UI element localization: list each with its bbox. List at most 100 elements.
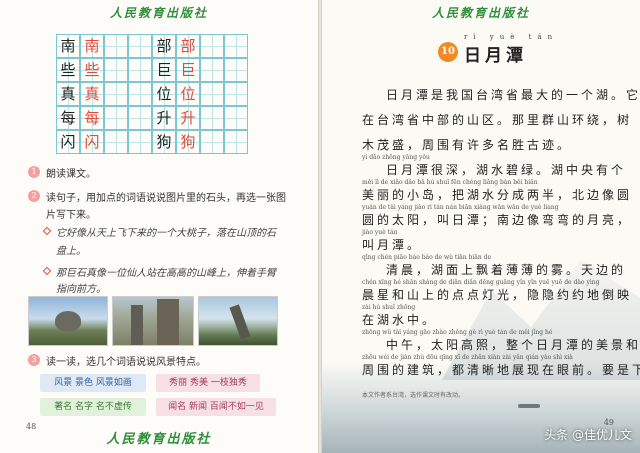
text-line: zhōu wéi de jiàn zhù dōu qīng xī de zhǎn…	[362, 353, 640, 378]
grid-cell	[104, 34, 128, 58]
character-grid: 南南 部部些些 巨巨真真 位位每每 升升闪闪 狗狗	[56, 34, 248, 158]
lesson-title: 日月潭	[464, 46, 527, 66]
hanzi: 圆的太阳，叫日潭；南边像弯弯的月亮，	[362, 213, 633, 227]
grid-cell	[104, 58, 128, 82]
exercise-1-text: 朗读课文。	[46, 169, 96, 180]
exercise-3-icon: 3	[28, 354, 40, 366]
exercise-3-text: 读一读，选几个词语说说风景特点。	[46, 357, 206, 368]
footnote: 本文作者系台湾，选作课文时有改动。	[362, 392, 465, 399]
grid-cell	[224, 106, 248, 130]
pinyin: yì dǎo zhōng yāng yǒu	[362, 154, 430, 161]
pinyin: měi lì de xiǎo dǎo bǎ hú shuǐ fēn chéng …	[362, 179, 538, 186]
grid-cell	[224, 34, 248, 58]
pinyin: zhōng wǔ tài yáng gāo zhào zhěng gè rì y…	[362, 329, 553, 336]
grid-cell	[104, 82, 128, 106]
grid-character: 巨	[156, 61, 172, 79]
photo-immortal-rock	[112, 296, 194, 346]
grid-cell	[128, 130, 152, 154]
text-line: zhōng wǔ tài yáng gāo zhào zhěng gè rì y…	[362, 328, 640, 353]
grid-cell	[200, 34, 224, 58]
grid-character: 每	[84, 109, 100, 127]
exercise-1-icon: 1	[28, 166, 40, 178]
grid-cell	[200, 106, 224, 130]
text-line: 木茂盛，周围有许多名胜古迹。	[362, 128, 630, 153]
text-line: 日月潭是我国台湾省最大的一个湖。它	[362, 78, 640, 103]
grid-character: 狗	[180, 133, 196, 151]
example-2-line1: 那巨石真像一位仙人站在高高的山峰上，伸着手臂	[56, 268, 276, 279]
hanzi: 日月潭是我国台湾省最大的一个湖。它	[386, 88, 640, 102]
grid-cell	[224, 130, 248, 154]
hanzi: 木茂盛，周围有许多名胜古迹。	[362, 138, 573, 152]
pinyin	[362, 128, 630, 137]
grid-character: 狗	[156, 133, 172, 151]
word-group-tag: 秀丽 秀美 一枝独秀	[156, 374, 260, 392]
exercise-2-text-line1: 读句子，用加点的词语说说图片里的石头，再选一张图	[46, 193, 286, 204]
pinyin	[362, 78, 630, 87]
grid-cell	[104, 130, 128, 154]
word-group-tag: 闻名 新闻 百闻不如一见	[156, 398, 276, 416]
boat-illustration	[518, 404, 540, 408]
hanzi: 晨星和山上的点点灯光，隐隐约约地倒映	[362, 288, 633, 302]
grid-character: 位	[156, 85, 172, 103]
grid-cell	[224, 58, 248, 82]
grid-character: 南	[60, 37, 76, 55]
exercise-2-icon: 2	[28, 190, 40, 202]
grid-character: 真	[60, 85, 76, 103]
grid-cell	[200, 82, 224, 106]
diamond-icon	[42, 266, 52, 276]
text-line: zài hú shuǐ zhōng 在湖水中。	[362, 303, 630, 328]
grid-character: 闪	[60, 133, 76, 151]
hanzi: 周围的建筑，都清晰地展现在眼前。要是下	[362, 363, 640, 377]
grid-cell	[128, 106, 152, 130]
grid-character: 些	[84, 61, 100, 79]
publisher-header-left: 人民教育出版社	[109, 6, 208, 20]
grid-character: 升	[180, 109, 196, 127]
lesson-title-pinyin: rì yuè tán	[464, 33, 559, 41]
photo-peach-rock	[28, 296, 108, 346]
grid-character: 每	[60, 109, 76, 127]
hanzi: 美丽的小岛，把湖水分成两半，北边像圆	[362, 188, 633, 202]
grid-cell	[224, 82, 248, 106]
grid-cell	[200, 58, 224, 82]
grid-character: 位	[180, 85, 196, 103]
publisher-header-right: 人民教育出版社	[431, 6, 530, 20]
grid-character: 升	[156, 109, 172, 127]
text-line: yuán de tài yáng jiào rì tán nán biān xi…	[362, 203, 630, 228]
pinyin: qīng chén piāo báo báo de wù tiān biān d…	[362, 254, 492, 261]
pinyin: yuán de tài yáng jiào rì tán nán biān xi…	[362, 204, 559, 211]
hanzi: 在湖水中。	[362, 313, 438, 327]
grid-cell	[200, 130, 224, 154]
hanzi: 中午，太阳高照，整个日月潭的美景和	[386, 338, 640, 352]
pinyin: jiào yuè tán	[362, 229, 398, 236]
watermark: 头条 @佳优儿文	[544, 428, 632, 442]
grid-cell	[128, 82, 152, 106]
grid-character: 闪	[84, 133, 100, 151]
example-1-line2: 盘上。	[56, 246, 86, 257]
publisher-footer-left: 人民教育出版社	[106, 432, 212, 447]
exercise-2-text-line2: 片写下来。	[46, 210, 96, 221]
hanzi: 在台湾省中部的山区。那里群山环绕，树	[362, 113, 633, 127]
example-1-line1: 它好像从天上飞下来的一个大桃子，落在山顶的石	[56, 228, 276, 239]
pinyin: zhōu wéi de jiàn zhù dōu qīng xī de zhǎn…	[362, 354, 573, 361]
text-line: yì dǎo zhōng yāng yǒu 日月潭很深，湖水碧绿。湖中央有个	[362, 153, 630, 178]
hanzi: 叫月潭。	[362, 238, 423, 252]
grid-cell	[128, 58, 152, 82]
grid-cell	[104, 106, 128, 130]
text-line: jiào yuè tán 叫月潭。	[362, 228, 630, 253]
word-group-tag: 风景 景色 风景如画	[40, 374, 146, 392]
photo-pointing-rock	[198, 296, 278, 346]
lesson-number-badge: 10	[438, 42, 458, 62]
grid-character: 南	[84, 37, 100, 55]
grid-cell	[128, 34, 152, 58]
right-page: 人民教育出版社 10 rì yuè tán 日月潭 日月潭是我国台湾省最大的一个…	[322, 0, 640, 453]
grid-character: 部	[180, 37, 196, 55]
text-line: měi lì de xiǎo dǎo bǎ hú shuǐ fēn chéng …	[362, 178, 630, 203]
pinyin: chén xīng hé shān shàng de diǎn diǎn dēn…	[362, 279, 600, 286]
text-line: chén xīng hé shān shàng de diǎn diǎn dēn…	[362, 278, 630, 303]
hanzi: 清晨，湖面上飘着薄薄的雾。天边的	[386, 263, 627, 277]
text-line: 在台湾省中部的山区。那里群山环绕，树	[362, 103, 630, 128]
left-page: 人民教育出版社 南南 部部些些 巨巨真真 位位每每 升升闪闪 狗狗 1 朗读课文。 2 读…	[0, 0, 318, 453]
diamond-icon	[42, 226, 52, 236]
word-group-tag: 著名 名字 名不虚传	[40, 398, 146, 416]
grid-character: 真	[84, 85, 100, 103]
